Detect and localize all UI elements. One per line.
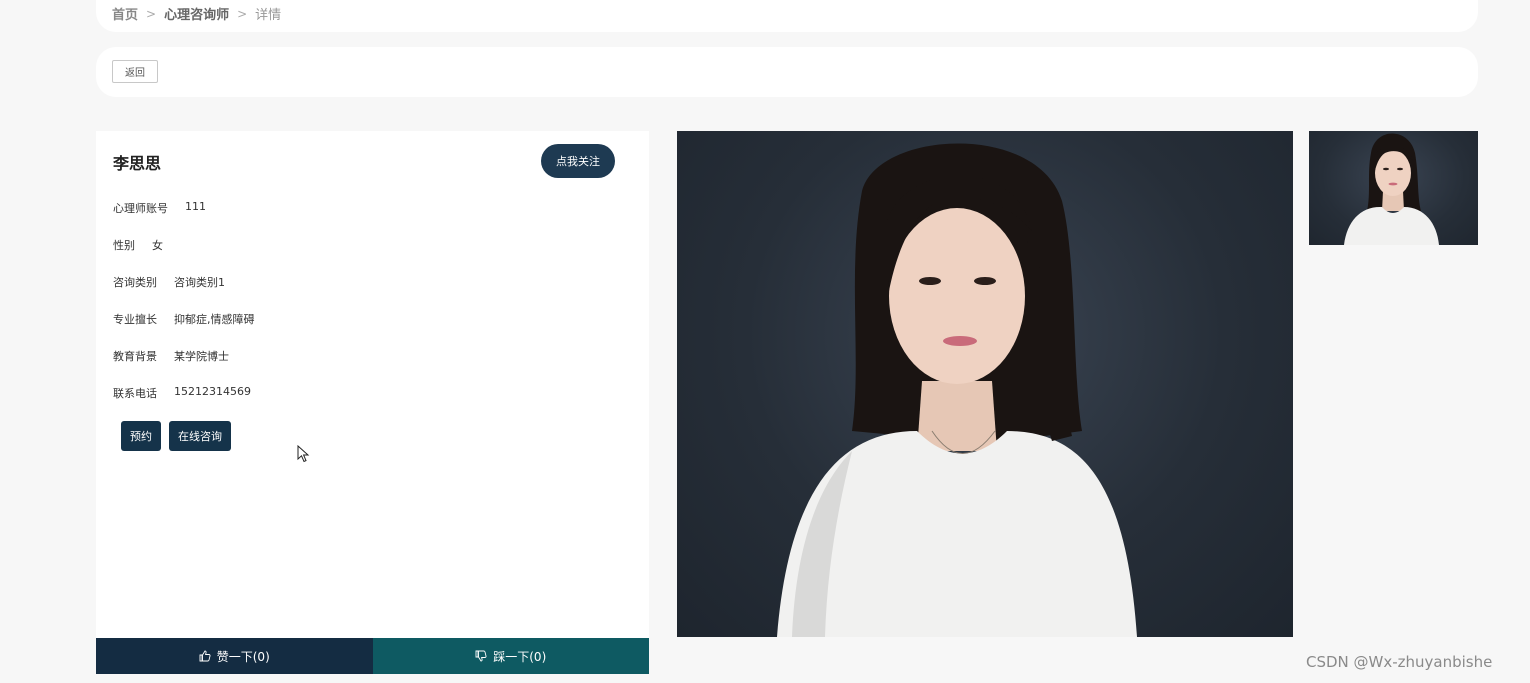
field-value: 咨询类别1 xyxy=(174,276,225,289)
field-value: 某学院博士 xyxy=(174,350,229,363)
field-category: 咨询类别 咨询类别1 xyxy=(113,274,225,290)
dislike-label: 踩一下(0) xyxy=(493,649,547,664)
field-label: 性别 xyxy=(113,239,135,252)
watermark: CSDN @Wx-zhuyanbishe xyxy=(1306,653,1493,671)
breadcrumb-bar: 首页 > 心理咨询师 > 详情 xyxy=(96,0,1478,32)
online-consult-button[interactable]: 在线咨询 xyxy=(169,421,231,451)
vote-bar: 赞一下(0) 踩一下(0) xyxy=(96,638,649,674)
field-gender: 性别 女 xyxy=(113,237,163,253)
thumbs-up-icon xyxy=(199,650,211,662)
counselor-photo-main xyxy=(677,131,1293,637)
field-label: 联系电话 xyxy=(113,387,157,400)
field-account: 心理师账号 111 xyxy=(113,200,206,216)
counselor-photo-thumbnail[interactable] xyxy=(1309,131,1478,245)
breadcrumb: 首页 > 心理咨询师 > 详情 xyxy=(112,4,282,24)
field-label: 教育背景 xyxy=(113,350,157,363)
back-button[interactable]: 返回 xyxy=(112,60,158,83)
breadcrumb-category-link[interactable]: 心理咨询师 xyxy=(164,4,229,23)
field-education: 教育背景 某学院博士 xyxy=(113,348,229,364)
breadcrumb-home-link[interactable]: 首页 xyxy=(112,4,138,23)
field-value: 女 xyxy=(152,239,163,252)
portrait-thumbnail-illustration xyxy=(1344,133,1439,245)
toolbar: 返回 xyxy=(96,47,1478,97)
field-value: 抑郁症,情感障碍 xyxy=(174,313,255,326)
field-phone: 联系电话 15212314569 xyxy=(113,385,251,401)
breadcrumb-separator: > xyxy=(146,6,157,21)
field-specialty: 专业擅长 抑郁症,情感障碍 xyxy=(113,311,255,327)
page: 首页 > 心理咨询师 > 详情 返回 李思思 点我关注 心理师账号 111 性别… xyxy=(0,0,1530,683)
field-value: 111 xyxy=(185,200,206,213)
follow-button[interactable]: 点我关注 xyxy=(541,144,615,178)
book-button[interactable]: 预约 xyxy=(121,421,161,451)
portrait-illustration xyxy=(777,143,1137,637)
mouse-cursor-icon xyxy=(297,445,310,463)
field-label: 专业擅长 xyxy=(113,313,157,326)
breadcrumb-separator: > xyxy=(237,6,248,21)
breadcrumb-current: 详情 xyxy=(255,8,282,23)
like-label: 赞一下(0) xyxy=(216,649,270,664)
field-label: 咨询类别 xyxy=(113,276,157,289)
field-value: 15212314569 xyxy=(174,385,251,398)
counselor-info-panel: 李思思 点我关注 心理师账号 111 性别 女 咨询类别 咨询类别1 专业擅长 … xyxy=(96,131,649,674)
thumbs-down-icon xyxy=(475,650,487,662)
like-button[interactable]: 赞一下(0) xyxy=(96,638,373,674)
dislike-button[interactable]: 踩一下(0) xyxy=(372,638,649,674)
counselor-name: 李思思 xyxy=(113,154,162,173)
action-buttons: 预约 在线咨询 xyxy=(121,421,231,451)
field-label: 心理师账号 xyxy=(113,202,168,215)
